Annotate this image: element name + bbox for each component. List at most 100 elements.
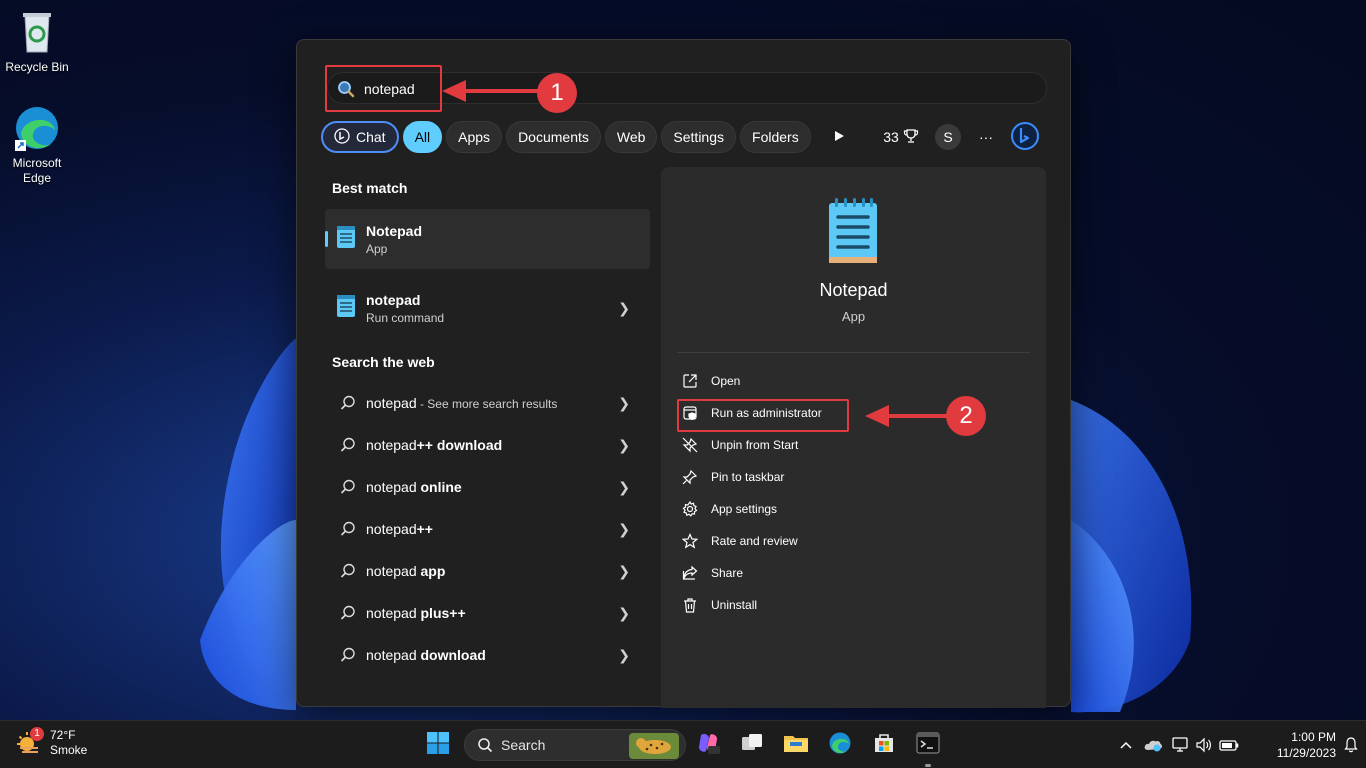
web-result-base: notepad <box>366 647 417 663</box>
web-result[interactable]: notepad++ download ❯ <box>325 425 650 465</box>
action-open[interactable]: Open <box>681 365 740 397</box>
weather-widget[interactable]: 1 72°F Smoke <box>14 727 88 758</box>
web-result-bold: online <box>416 479 462 495</box>
more-filters-play-button[interactable] <box>827 121 851 153</box>
web-result-base: notepad <box>366 395 417 411</box>
notification-bell-icon[interactable] <box>1344 737 1358 758</box>
search-icon <box>477 737 493 753</box>
web-result[interactable]: notepad++ ❯ <box>325 509 650 549</box>
search-the-web-title: Search the web <box>332 354 435 370</box>
filter-settings[interactable]: Settings <box>661 121 737 153</box>
clock-time: 1:00 PM <box>1291 730 1336 744</box>
search-icon <box>340 521 356 542</box>
battery-icon[interactable] <box>1216 738 1242 752</box>
more-options-button[interactable]: ··· <box>973 121 999 153</box>
bing-button[interactable] <box>1009 121 1041 153</box>
web-result-bold: ++ download <box>416 437 503 453</box>
search-input[interactable] <box>364 77 664 101</box>
action-rate-and-review[interactable]: Rate and review <box>681 525 798 557</box>
chevron-right-icon: ❯ <box>618 646 630 663</box>
notepad-large-icon <box>826 197 880 270</box>
star-icon <box>681 532 699 550</box>
windows-logo-icon <box>426 731 450 760</box>
best-match-title: Best match <box>332 180 408 196</box>
desktop-icon-recycle-bin[interactable]: Recycle Bin <box>1 8 73 75</box>
best-match-notepad[interactable]: Notepad App <box>325 209 650 269</box>
action-label: Open <box>711 374 741 388</box>
web-result-bold: app <box>416 563 446 579</box>
web-result[interactable]: notepad - See more search results ❯ <box>325 383 650 423</box>
run-command-notepad[interactable]: notepad Run command ❯ <box>325 280 650 336</box>
copilot-icon <box>696 731 720 760</box>
taskbar-file-explorer[interactable] <box>780 729 812 761</box>
taskbar-search-label: Search <box>501 737 546 753</box>
action-share[interactable]: Share <box>681 557 743 589</box>
web-result-sub: - See more search results <box>416 397 558 411</box>
chevron-right-icon: ❯ <box>618 562 630 579</box>
search-icon <box>340 605 356 626</box>
start-button[interactable] <box>422 729 454 761</box>
web-result[interactable]: notepad app ❯ <box>325 551 650 591</box>
web-result-base: notepad <box>366 563 417 579</box>
filter-all[interactable]: All <box>402 121 443 153</box>
chat-label: Chat <box>356 129 386 145</box>
divider <box>677 352 1030 353</box>
search-box[interactable] <box>327 72 1047 104</box>
taskbar-copilot[interactable] <box>692 729 724 761</box>
onedrive-icon[interactable] <box>1138 738 1168 752</box>
desktop-icon-edge[interactable]: Microsoft Edge <box>1 104 73 186</box>
taskbar-task-view[interactable] <box>736 729 768 761</box>
taskbar-edge[interactable] <box>824 729 856 761</box>
notepad-run-icon <box>336 294 356 323</box>
chat-button[interactable]: Chat <box>321 121 399 153</box>
weather-desc: Smoke <box>50 743 88 757</box>
filter-folders[interactable]: Folders <box>740 121 811 153</box>
action-label: Unpin from Start <box>711 438 799 452</box>
clock[interactable]: 1:00 PM 11/29/2023 <box>1254 729 1336 761</box>
web-result[interactable]: notepad online ❯ <box>325 467 650 507</box>
edge-icon <box>828 731 852 760</box>
taskbar: 1 72°F Smoke Search 1:00 PM 11/29/2023 <box>0 720 1366 768</box>
taskbar-terminal[interactable] <box>912 729 944 767</box>
volume-icon[interactable] <box>1192 737 1216 753</box>
recycle-bin-icon <box>13 8 61 56</box>
web-result[interactable]: notepad download ❯ <box>325 635 650 675</box>
action-label: Uninstall <box>711 598 758 612</box>
chevron-right-icon: ❯ <box>618 604 630 621</box>
web-result-base: notepad <box>366 479 417 495</box>
action-label: Pin to taskbar <box>711 470 785 484</box>
filter-apps[interactable]: Apps <box>446 121 503 153</box>
action-run-as-administrator[interactable]: Run as administrator <box>681 397 822 429</box>
network-icon[interactable] <box>1168 737 1192 753</box>
search-icon <box>340 395 356 416</box>
filter-web[interactable]: Web <box>604 121 658 153</box>
action-label: Run as administrator <box>711 406 822 420</box>
taskbar-search[interactable]: Search <box>464 729 686 761</box>
shield-admin-icon <box>681 404 699 422</box>
search-icon <box>340 647 356 668</box>
system-tray <box>1114 721 1242 768</box>
action-label: Share <box>711 566 744 580</box>
search-icon <box>340 437 356 458</box>
action-app-settings[interactable]: App settings <box>681 493 777 525</box>
avatar-initial: S <box>943 129 953 145</box>
chevron-up-icon[interactable] <box>1114 741 1138 749</box>
annotation-step-2: 2 <box>946 396 986 436</box>
unpin-icon <box>681 436 699 454</box>
action-uninstall[interactable]: Uninstall <box>681 589 757 621</box>
chevron-right-icon: ❯ <box>618 478 630 495</box>
action-pin-to-taskbar[interactable]: Pin to taskbar <box>681 461 784 493</box>
account-avatar[interactable]: S <box>935 124 961 150</box>
action-unpin-from-start[interactable]: Unpin from Start <box>681 429 798 461</box>
web-result-base: notepad <box>366 605 417 621</box>
action-label: Rate and review <box>711 534 798 548</box>
search-highlight-image <box>629 733 679 764</box>
chevron-right-icon: ❯ <box>618 394 630 411</box>
rewards-points[interactable]: 33 <box>879 121 923 153</box>
search-icon <box>337 80 355 103</box>
web-result[interactable]: notepad plus++ ❯ <box>325 593 650 633</box>
taskbar-store[interactable] <box>868 729 900 761</box>
filter-documents[interactable]: Documents <box>506 121 601 153</box>
search-icon <box>340 479 356 500</box>
edge-icon <box>13 104 61 152</box>
